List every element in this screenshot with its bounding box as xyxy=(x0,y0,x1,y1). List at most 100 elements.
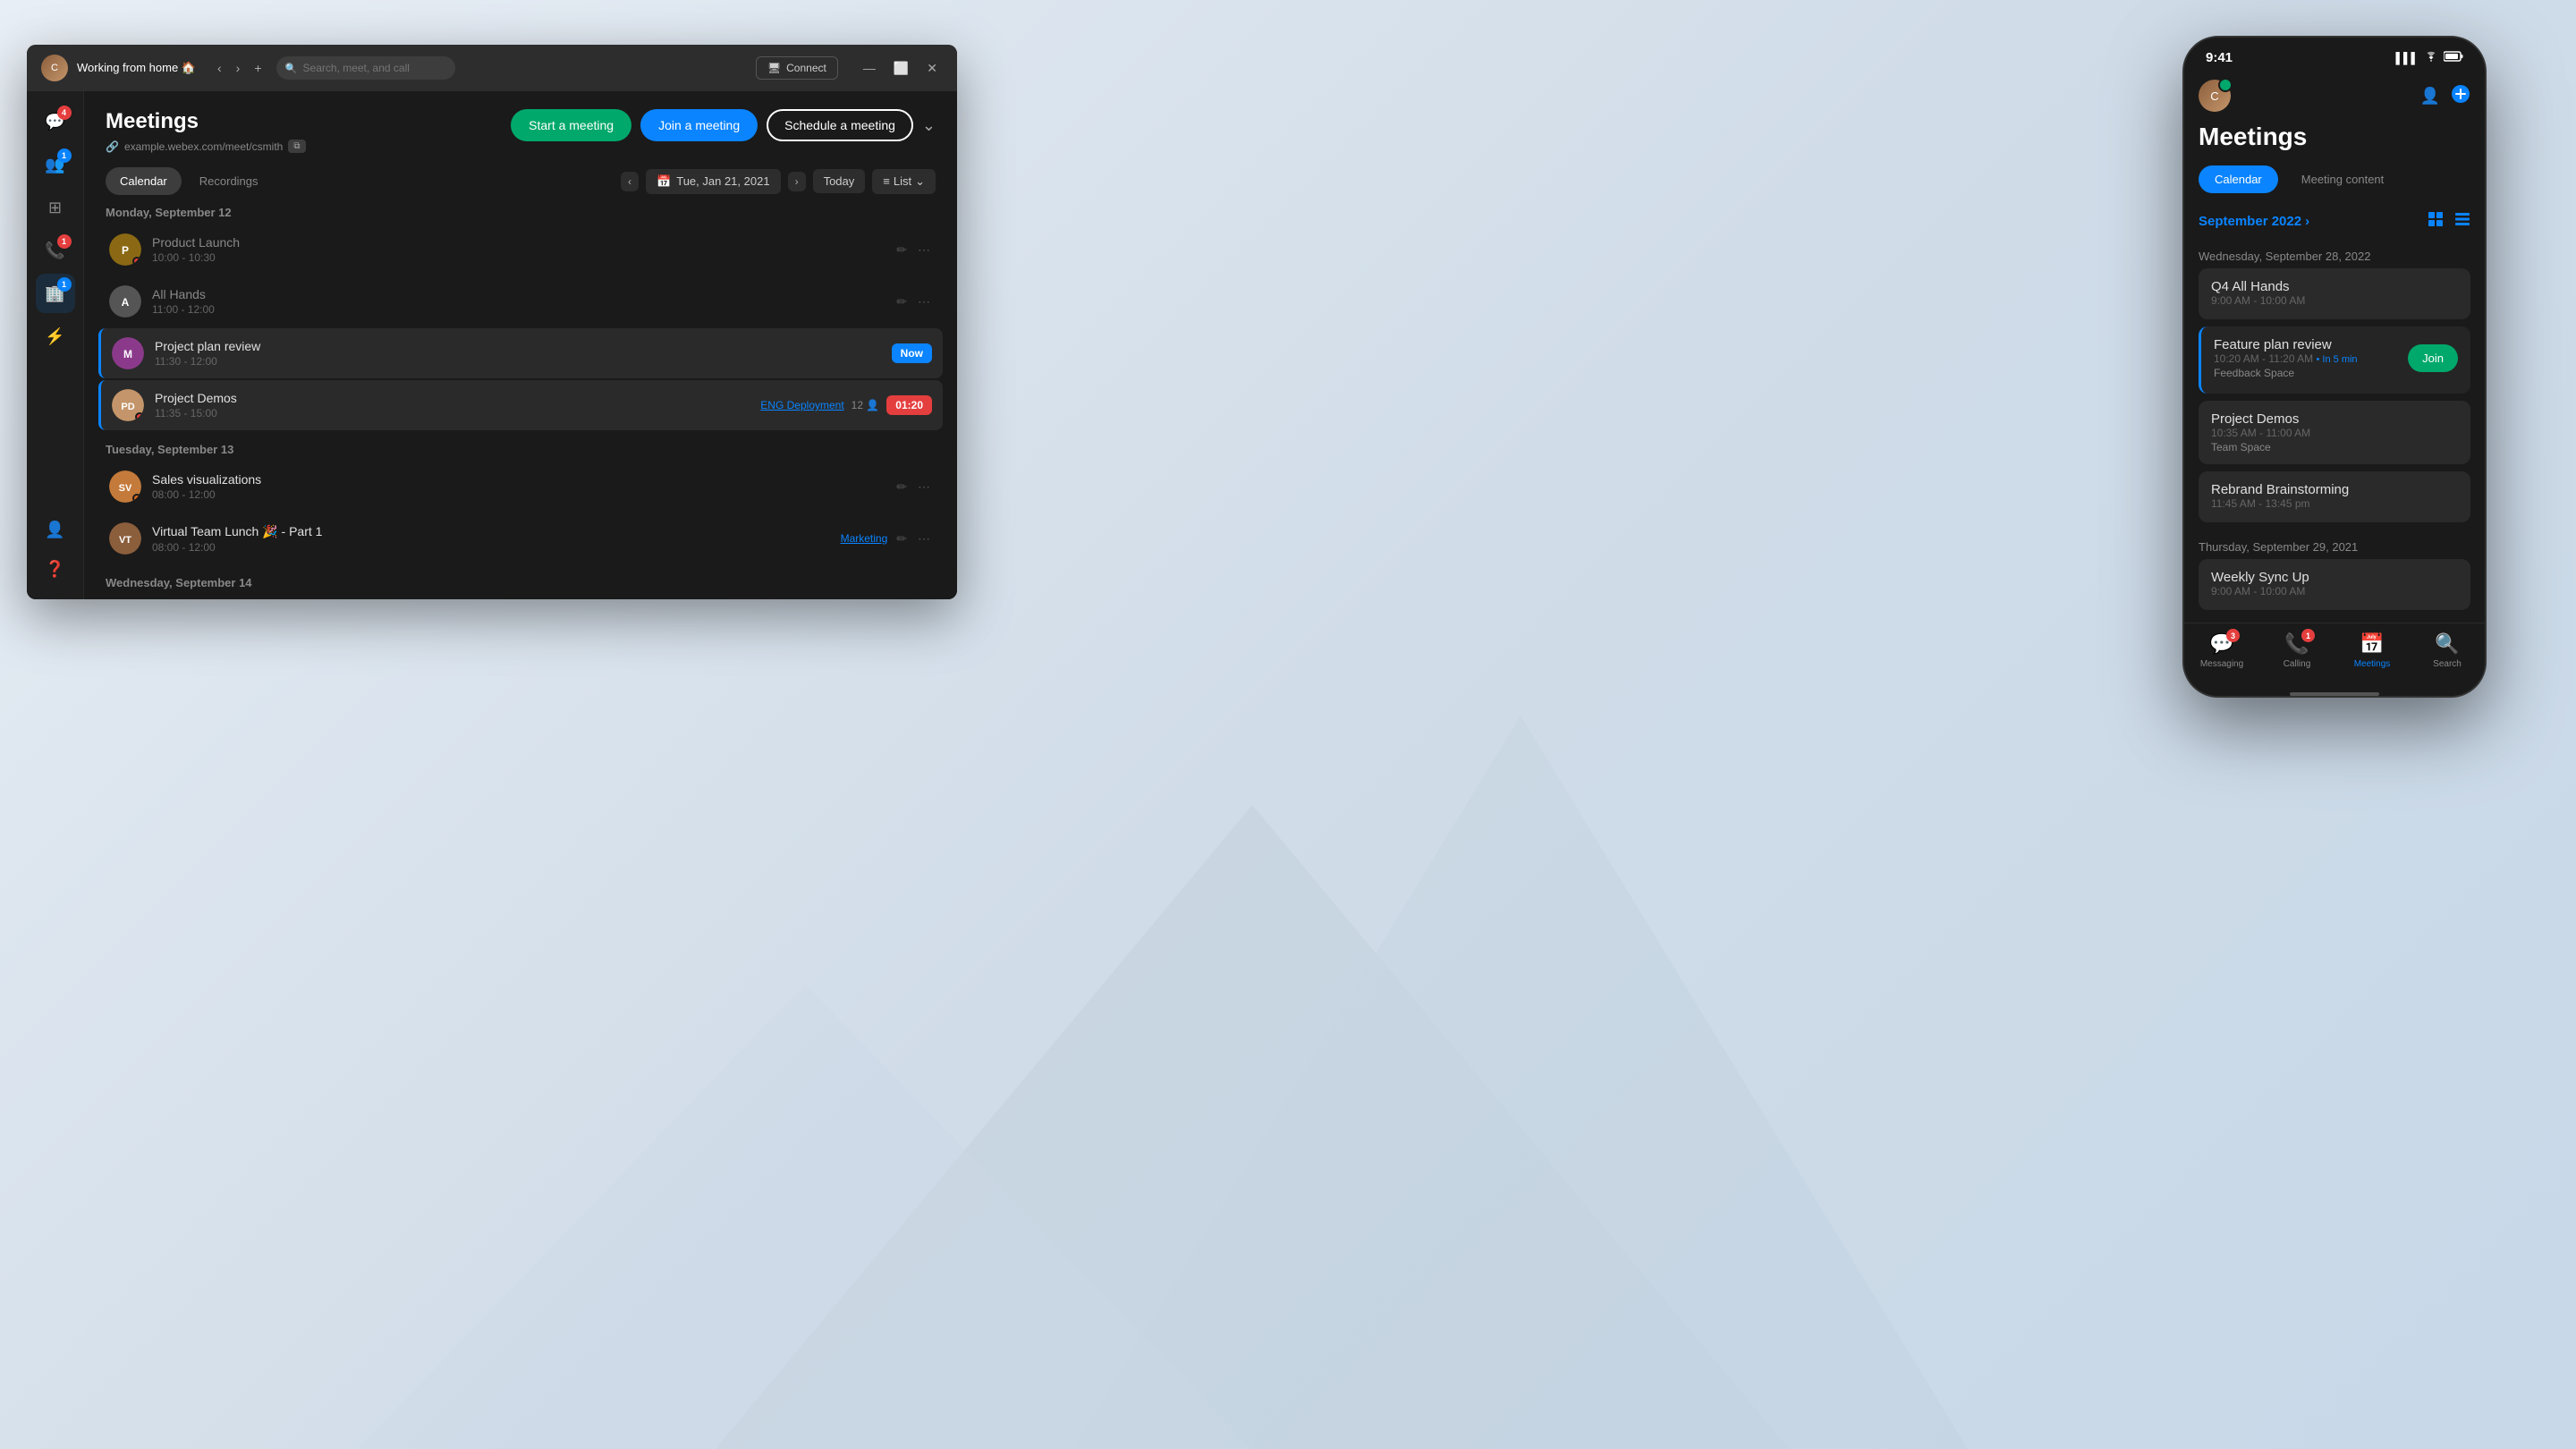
sidebar-item-help[interactable]: ❓ xyxy=(36,549,75,589)
mobile-tab-calendar[interactable]: Calendar xyxy=(2199,165,2278,193)
meeting-list[interactable]: Monday, September 12 P Product Launch 10… xyxy=(84,195,957,599)
search-label-mobile: Search xyxy=(2433,659,2462,669)
day-header-wed-sep14: Wednesday, September 14 xyxy=(98,565,943,595)
date-prev-button[interactable]: ‹ xyxy=(621,172,639,191)
mobile-bottom-nav: 3 💬 Messaging 1 📞 Calling 📅 Meetings 🔍 S… xyxy=(2184,623,2485,687)
lock-icon: 🔗 xyxy=(106,140,119,153)
list-item[interactable]: PD Project Demos 11:35 - 15:00 ENG Deplo… xyxy=(98,380,943,430)
nav-add-button[interactable]: + xyxy=(249,57,267,79)
profile-icon-button[interactable]: 👤 xyxy=(2420,84,2440,108)
meeting-tag[interactable]: Marketing xyxy=(841,532,888,545)
mobile-meeting-time: 9:00 AM - 10:00 AM xyxy=(2211,294,2458,307)
sidebar-item-meetings[interactable]: 🏢 1 xyxy=(36,274,75,313)
edit-icon[interactable]: ✏ xyxy=(894,530,909,548)
sidebar-item-messaging[interactable]: 💬 4 xyxy=(36,102,75,141)
list-view-icon[interactable] xyxy=(2454,211,2470,232)
tab-recordings[interactable]: Recordings xyxy=(185,167,273,195)
sidebar-item-contacts[interactable]: 👥 1 xyxy=(36,145,75,184)
start-meeting-button[interactable]: Start a meeting xyxy=(511,109,631,141)
mobile-tab-meeting-content[interactable]: Meeting content xyxy=(2285,165,2401,193)
time-badge: 01:20 xyxy=(886,395,932,415)
sidebar-item-profile[interactable]: 👤 xyxy=(36,510,75,549)
list-item[interactable]: VT Virtual Team Lunch 🎉 - Part 1 08:00 -… xyxy=(98,513,943,564)
avatar: VT xyxy=(109,522,141,555)
more-icon[interactable]: ⋯ xyxy=(916,530,932,548)
status-indicator xyxy=(135,412,144,421)
meeting-time: 08:00 - 12:00 xyxy=(152,541,830,554)
list-item[interactable]: M Project plan review 11:30 - 12:00 Now xyxy=(98,328,943,378)
more-icon[interactable]: ⋯ xyxy=(916,292,932,311)
avatar: SV xyxy=(109,470,141,503)
date-next-button[interactable]: › xyxy=(788,172,806,191)
mobile-nav-item-messaging[interactable]: 3 💬 Messaging xyxy=(2195,632,2249,669)
calling-badge-mobile: 1 xyxy=(2301,629,2315,642)
list-item[interactable]: A All Hands 11:00 - 12:00 ✏ ⋯ xyxy=(98,276,943,326)
close-button[interactable]: ✕ xyxy=(921,59,943,78)
join-button-mobile[interactable]: Join xyxy=(2408,344,2458,372)
list-item[interactable]: Q4 All Hands 9:00 AM - 10:00 AM xyxy=(2199,268,2470,319)
list-item[interactable]: P Product Launch 10:00 - 10:30 ✏ ⋯ xyxy=(98,225,943,275)
nav-forward-button[interactable]: › xyxy=(231,57,246,79)
mobile-meeting-name: Rebrand Brainstorming xyxy=(2211,482,2458,497)
nav-back-button[interactable]: ‹ xyxy=(212,57,227,79)
meeting-actions: ✏ ⋯ xyxy=(894,478,932,496)
edit-icon[interactable]: ✏ xyxy=(894,478,909,496)
mobile-meeting-list[interactable]: Wednesday, September 28, 2022 Q4 All Han… xyxy=(2184,239,2485,623)
mobile-nav-item-search[interactable]: 🔍 Search xyxy=(2420,632,2474,669)
list-item[interactable]: Feature plan review 10:20 AM - 11:20 AM … xyxy=(2199,326,2470,394)
search-input[interactable] xyxy=(276,56,455,80)
sidebar-item-features[interactable]: ⚡ xyxy=(36,317,75,356)
user-avatar: C xyxy=(41,55,68,81)
mobile-nav-item-calling[interactable]: 1 📞 Calling xyxy=(2270,632,2324,669)
mobile-nav-item-meetings[interactable]: 📅 Meetings xyxy=(2345,632,2399,669)
sidebar-item-calling[interactable]: 📞 1 xyxy=(36,231,75,270)
list-view-button[interactable]: ≡ List ⌄ xyxy=(872,169,936,194)
meeting-name: Project plan review xyxy=(155,339,881,353)
status-indicator xyxy=(132,257,141,266)
edit-icon[interactable]: ✏ xyxy=(894,241,909,259)
list-item[interactable]: SV Sales visualizations 08:00 - 12:00 ✏ … xyxy=(98,462,943,512)
meeting-time: 11:35 - 15:00 xyxy=(155,407,750,419)
month-display[interactable]: September 2022 › xyxy=(2199,214,2309,229)
in-5-min-label: • In 5 min xyxy=(2317,354,2358,365)
list-item[interactable]: Weekly Sync Up 9:00 AM - 10:00 AM xyxy=(2199,559,2470,610)
avatar: A xyxy=(109,285,141,318)
meeting-name: Project Demos xyxy=(155,391,750,405)
mobile-meeting-name: Weekly Sync Up xyxy=(2211,570,2458,585)
list-item[interactable]: U Usability Metrics 09:00 - 10:00 ✏ ⋯ xyxy=(98,595,943,599)
date-display: 📅 Tue, Jan 21, 2021 xyxy=(646,169,781,194)
meeting-actions: Now xyxy=(892,343,932,363)
svg-text:PD: PD xyxy=(121,402,134,412)
edit-icon[interactable]: ✏ xyxy=(894,292,909,311)
mobile-header-icons: 👤 xyxy=(2420,84,2470,108)
desktop-app-window: C Working from home 🏠 ‹ › + 🔍 🖥 Connect … xyxy=(27,45,957,599)
maximize-button[interactable]: ⬜ xyxy=(888,59,914,78)
meeting-time: 10:00 - 10:30 xyxy=(152,251,884,264)
day-header-mon-sep12: Monday, September 12 xyxy=(98,202,943,225)
avatar-svg: VT xyxy=(109,522,141,555)
add-button[interactable] xyxy=(2451,84,2470,108)
more-icon[interactable]: ⋯ xyxy=(916,241,932,259)
svg-text:P: P xyxy=(122,244,129,257)
minimize-button[interactable]: — xyxy=(858,59,881,78)
connect-button[interactable]: 🖥 Connect xyxy=(756,56,838,80)
more-icon[interactable]: ⋯ xyxy=(916,478,932,496)
list-item[interactable]: Project Demos 10:35 AM - 11:00 AM Team S… xyxy=(2199,401,2470,464)
monitor-icon: 🖥 xyxy=(767,62,781,74)
more-options-button[interactable]: ⌄ xyxy=(922,116,936,135)
today-button[interactable]: Today xyxy=(813,169,866,193)
schedule-meeting-button[interactable]: Schedule a meeting xyxy=(767,109,913,141)
sidebar-item-apps[interactable]: ⊞ xyxy=(36,188,75,227)
meeting-tag[interactable]: ENG Deployment xyxy=(760,399,843,411)
list-item[interactable]: Rebrand Brainstorming 11:45 AM - 13:45 p… xyxy=(2199,471,2470,522)
tab-calendar[interactable]: Calendar xyxy=(106,167,182,195)
meetings-label-mobile: Meetings xyxy=(2354,659,2391,669)
tab-bar: Calendar Recordings ‹ 📅 Tue, Jan 21, 202… xyxy=(84,167,957,195)
battery-icon xyxy=(2444,51,2463,64)
features-icon: ⚡ xyxy=(45,327,64,346)
copy-url-button[interactable]: ⧉ xyxy=(288,140,305,153)
grid-view-icon[interactable] xyxy=(2428,211,2444,232)
join-meeting-button[interactable]: Join a meeting xyxy=(640,109,758,141)
main-content: Meetings 🔗 example.webex.com/meet/csmith… xyxy=(84,91,957,599)
mobile-meeting-name: Q4 All Hands xyxy=(2211,279,2458,294)
